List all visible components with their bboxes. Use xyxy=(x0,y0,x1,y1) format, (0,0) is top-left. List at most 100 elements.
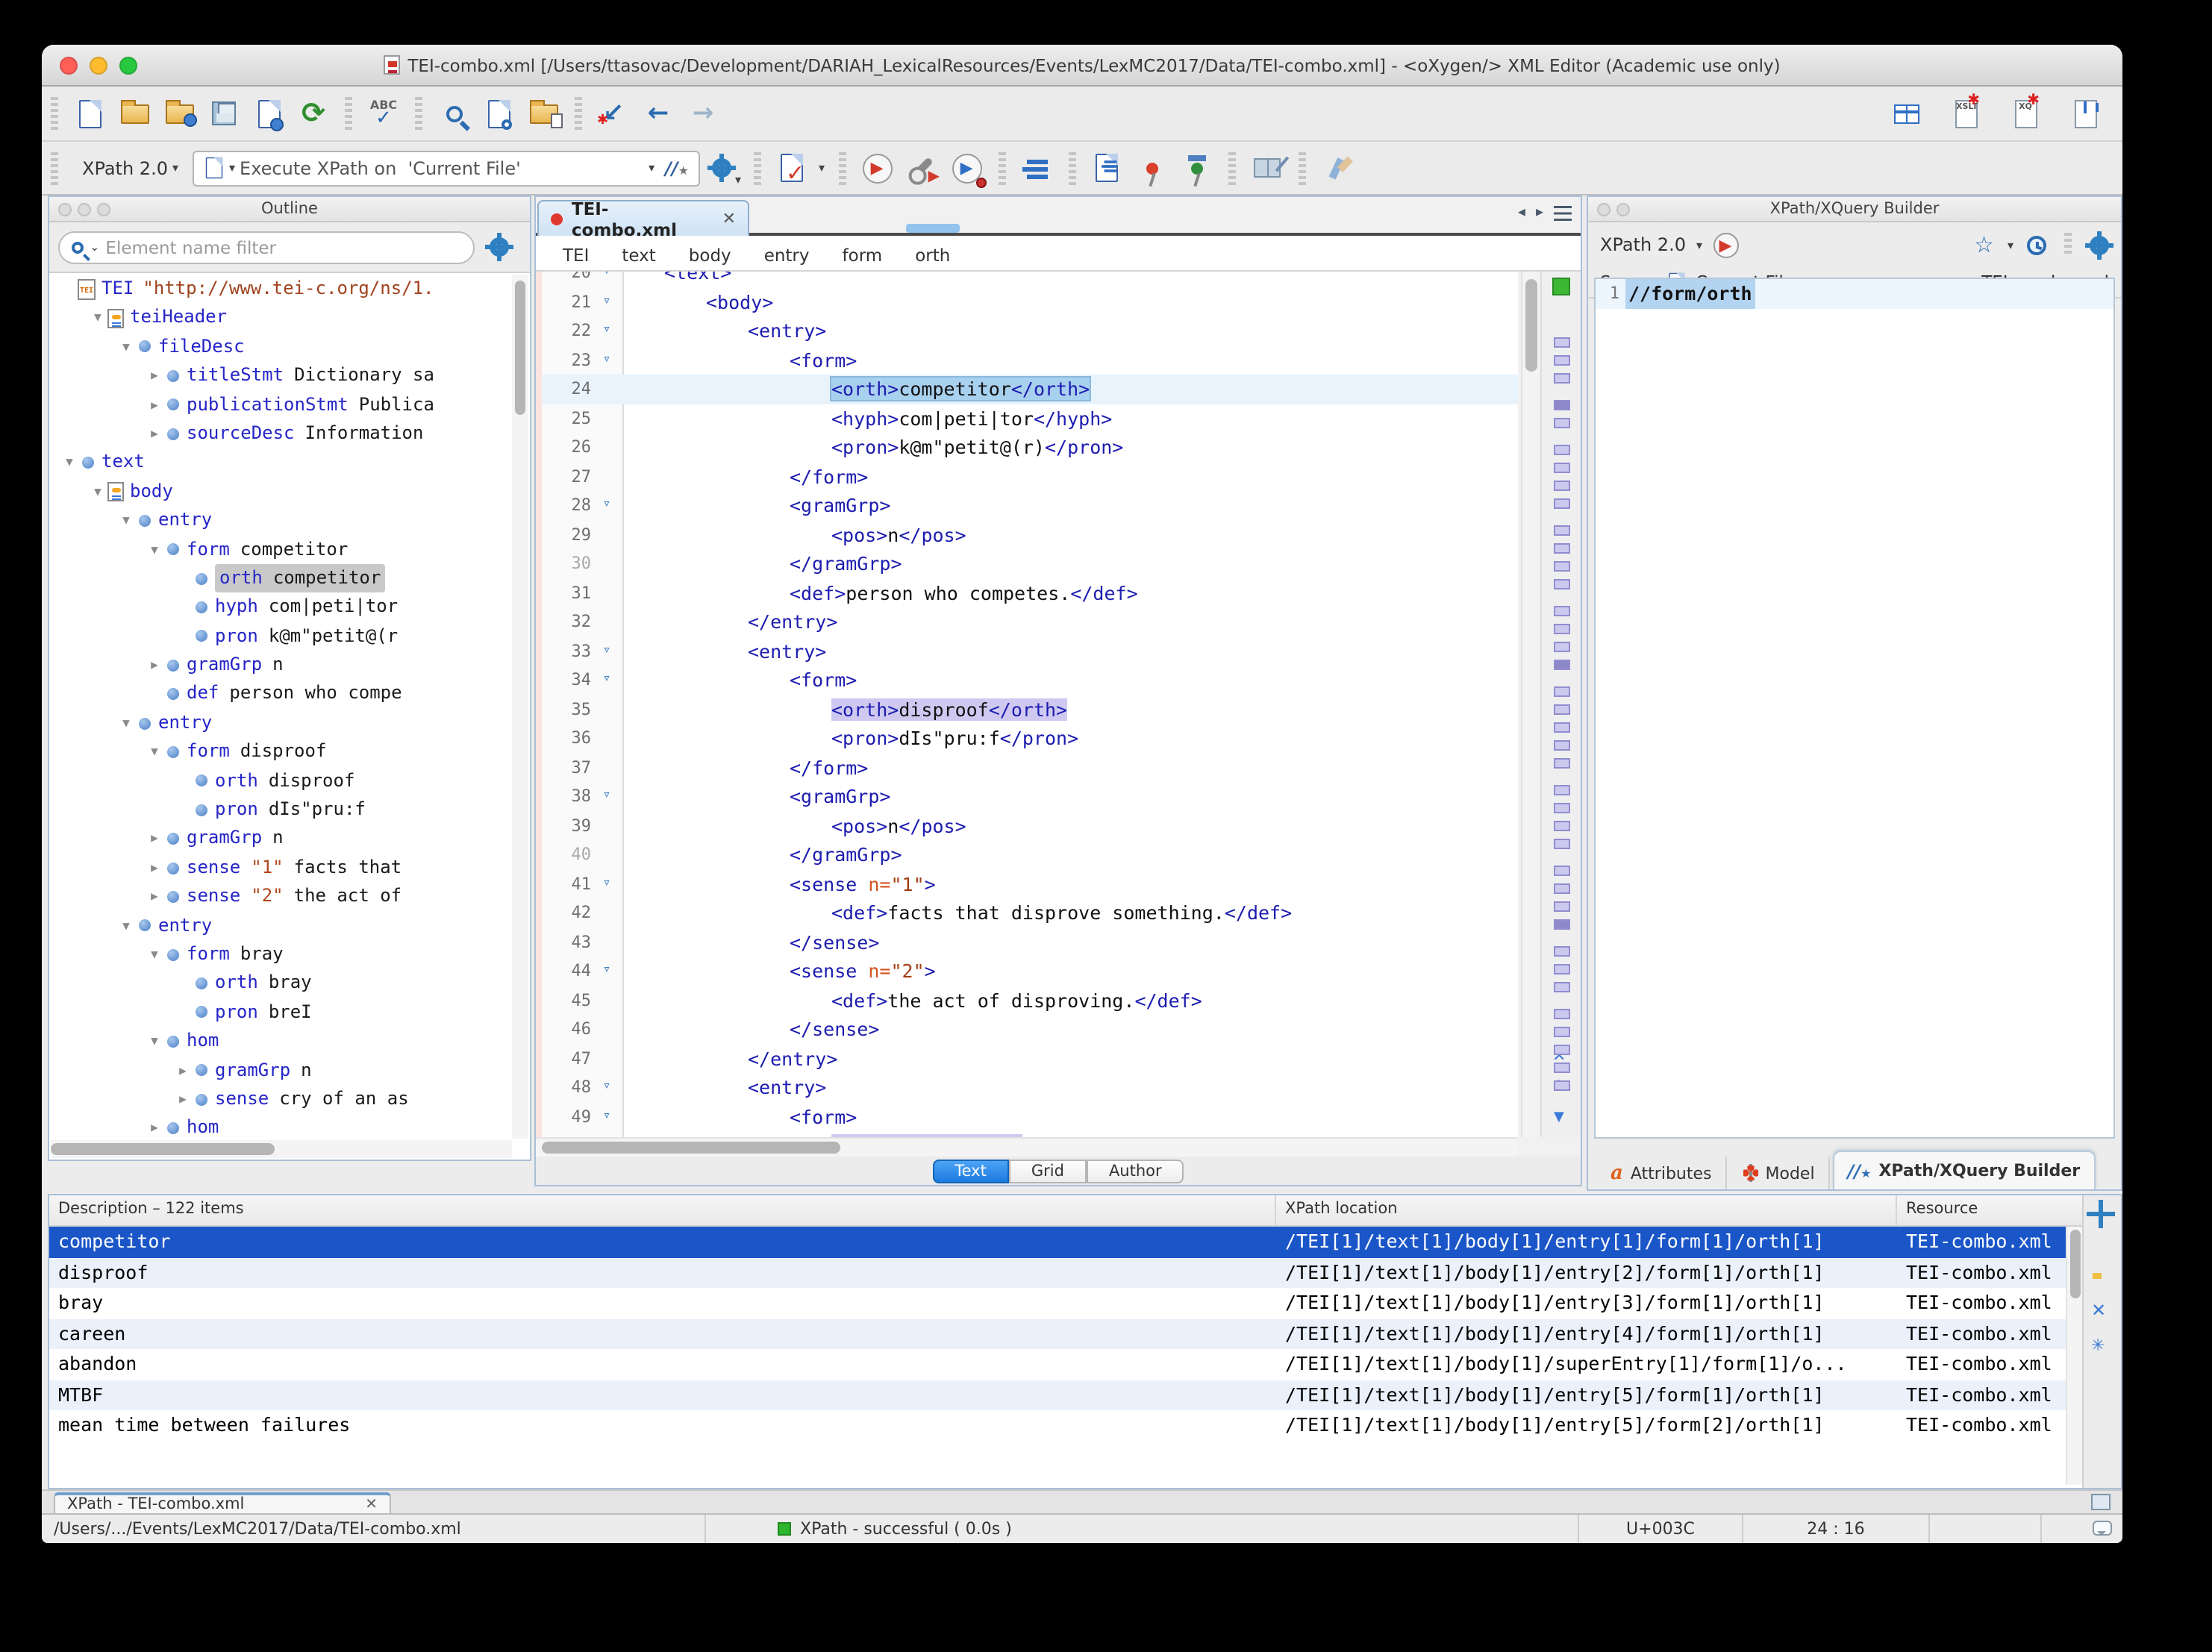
fold-arrow-icon[interactable]: ▿ xyxy=(591,957,622,986)
search-result-marker[interactable] xyxy=(1554,919,1570,930)
next-highlight-icon[interactable]: ▼ xyxy=(1554,1110,1564,1125)
console-icon[interactable] xyxy=(2091,1494,2111,1510)
open-button[interactable] xyxy=(116,96,152,131)
outline-item[interactable]: ▼fileDesc xyxy=(49,333,512,362)
outline-item[interactable]: orthcompetitor xyxy=(49,564,512,593)
execute-xpath-combo[interactable]: ▾ Execute XPath on 'Current File' ▾ //★ xyxy=(192,150,699,186)
fold-arrow-icon[interactable]: ▿ xyxy=(591,345,622,375)
remove-result-button[interactable]: ✕ xyxy=(2091,1300,2106,1321)
view-text-button[interactable]: Text xyxy=(932,1159,1009,1183)
view-author-button[interactable]: Author xyxy=(1087,1159,1184,1183)
code-line-29[interactable]: 29<pos>n</pos> xyxy=(542,520,1518,549)
close-tab-icon[interactable]: ✕ xyxy=(365,1496,378,1512)
outline-item[interactable]: ▶sense"2"the act of xyxy=(49,882,512,911)
outline-item[interactable]: defperson who compe xyxy=(49,680,512,709)
search-result-marker[interactable] xyxy=(1554,498,1570,509)
code-line-33[interactable]: 33▿<entry> xyxy=(542,636,1518,666)
grid-view-button[interactable] xyxy=(1888,96,1924,132)
fold-arrow-icon[interactable]: ▿ xyxy=(591,491,622,520)
element-filter-input[interactable]: ⌄ Element name filter xyxy=(58,231,475,263)
search-result-marker[interactable] xyxy=(1554,883,1570,894)
outline-settings-button[interactable] xyxy=(481,229,516,265)
code-line-26[interactable]: 26<pron>k@m"petit@(r)</pron> xyxy=(542,433,1518,462)
editor-tab[interactable]: TEI-combo.xml ✕ xyxy=(537,200,749,236)
code-line-35[interactable]: 35<orth>disproof</orth> xyxy=(542,695,1518,724)
search-result-marker[interactable] xyxy=(1554,740,1570,751)
execute-xpath-button[interactable]: ▶ xyxy=(1713,232,1738,257)
search-result-marker[interactable] xyxy=(1554,445,1570,455)
col-xpath-location[interactable]: XPath location xyxy=(1276,1195,1897,1225)
code-line-21[interactable]: 21▿<body> xyxy=(542,287,1518,316)
save-button[interactable] xyxy=(206,96,242,131)
find-resource-button[interactable] xyxy=(525,96,561,131)
search-result-marker[interactable] xyxy=(1554,418,1570,428)
outline-item[interactable]: ▼formdisproof xyxy=(49,738,512,767)
new-db-doc-button[interactable] xyxy=(2067,96,2103,132)
outline-item[interactable]: ▶gramGrpn xyxy=(49,1056,512,1085)
search-result-marker[interactable] xyxy=(1554,1027,1570,1037)
search-result-marker[interactable] xyxy=(1554,579,1570,589)
fold-arrow-icon[interactable]: ▿ xyxy=(591,287,622,316)
code-line-34[interactable]: 34▿<form> xyxy=(542,666,1518,695)
configure-transformation-button[interactable]: ▶ xyxy=(904,150,940,186)
code-line-32[interactable]: 32</entry> xyxy=(542,607,1518,636)
xpath-expression-editor[interactable]: 1 //form/orth xyxy=(1594,278,2115,1139)
search-result-marker[interactable] xyxy=(1554,463,1570,473)
new-xslt-button[interactable]: XSLT✱ xyxy=(1948,96,1984,132)
outline-item[interactable]: ▶sense"1"facts that xyxy=(49,854,512,883)
search-result-marker[interactable] xyxy=(1554,866,1570,876)
col-resource[interactable]: Resource xyxy=(1897,1195,2070,1225)
xpath-settings-button[interactable]: ▾ xyxy=(704,150,740,186)
outline-item[interactable]: pronk@m"petit@(r xyxy=(49,622,512,651)
code-line-41[interactable]: 41▿<sense n="1"> xyxy=(542,869,1518,898)
code-line-44[interactable]: 44▿<sense n="2"> xyxy=(542,957,1518,986)
code-line-36[interactable]: 36<pron>dIs"pru:f</pron> xyxy=(542,724,1518,753)
code-area[interactable]: 20▿<text>21▿<body>22▿<entry>23▿<form>24<… xyxy=(536,272,1518,1137)
outline-item[interactable]: hyphcom|peti|tor xyxy=(49,593,512,622)
breadcrumb-item-TEI[interactable]: TEI xyxy=(563,245,589,266)
close-window-button[interactable] xyxy=(60,57,78,75)
outline-item[interactable]: ▶sourceDescInformation xyxy=(49,419,512,448)
outline-item[interactable]: ▼entry xyxy=(49,911,512,940)
search-result-marker[interactable] xyxy=(1554,624,1570,634)
search-result-marker[interactable] xyxy=(1554,606,1570,616)
result-row[interactable]: abandon/TEI[1]/text[1]/body[1]/superEntr… xyxy=(49,1349,2067,1380)
code-line-23[interactable]: 23▿<form> xyxy=(542,345,1518,375)
search-result-marker[interactable] xyxy=(1554,373,1570,384)
editor-vscrollbar[interactable] xyxy=(1521,272,1539,1137)
back-button[interactable]: ← xyxy=(640,96,676,131)
search-result-marker[interactable] xyxy=(1554,982,1570,992)
traffic-lights[interactable] xyxy=(60,57,137,75)
search-result-marker[interactable] xyxy=(1554,704,1570,715)
search-result-marker[interactable] xyxy=(1554,758,1570,769)
debug-transformation-button[interactable]: ▶ xyxy=(949,150,984,186)
breadcrumb-item-body[interactable]: body xyxy=(689,245,731,266)
outline-item[interactable]: ▼entry xyxy=(49,709,512,738)
outline-item[interactable]: ▼teiHeader xyxy=(49,304,512,333)
search-result-marker[interactable] xyxy=(1554,901,1570,912)
format-indent-button[interactable] xyxy=(1089,150,1125,186)
search-result-marker[interactable] xyxy=(1554,337,1570,348)
save-to-url-button[interactable] xyxy=(251,96,287,131)
outline-item[interactable]: ▶hom xyxy=(49,1114,512,1139)
outline-vscrollbar[interactable] xyxy=(512,275,528,1139)
search-result-marker[interactable] xyxy=(1554,1063,1570,1073)
search-result-marker[interactable] xyxy=(1554,1045,1570,1055)
xpath-results-tab[interactable]: XPath - TEI-combo.xml ✕ xyxy=(54,1492,391,1515)
result-row[interactable]: MTBF/TEI[1]/text[1]/body[1]/entry[5]/for… xyxy=(49,1380,2067,1410)
search-result-marker[interactable] xyxy=(1554,722,1570,733)
outline-item[interactable]: ▼formbray xyxy=(49,940,512,969)
outline-item[interactable]: ▼text xyxy=(49,448,512,478)
fold-arrow-icon[interactable]: ▿ xyxy=(591,666,622,695)
favorites-star-icon[interactable]: ☆ xyxy=(1974,231,1994,258)
connector-button[interactable] xyxy=(1319,150,1355,186)
remove-all-results-button[interactable]: ✳ xyxy=(2091,1336,2105,1355)
code-line-27[interactable]: 27</form> xyxy=(542,462,1518,491)
fold-arrow-icon[interactable]: ▿ xyxy=(591,869,622,898)
code-line-20[interactable]: 20▿<text> xyxy=(542,272,1518,287)
tab-xpath-xquery-builder[interactable]: //★XPath/XQuery Builder xyxy=(1833,1151,2096,1189)
forward-button[interactable]: → xyxy=(685,96,721,131)
fold-arrow-icon[interactable]: ▿ xyxy=(591,1073,622,1102)
annotate-button[interactable] xyxy=(1249,150,1284,186)
search-result-marker[interactable] xyxy=(1554,543,1570,554)
